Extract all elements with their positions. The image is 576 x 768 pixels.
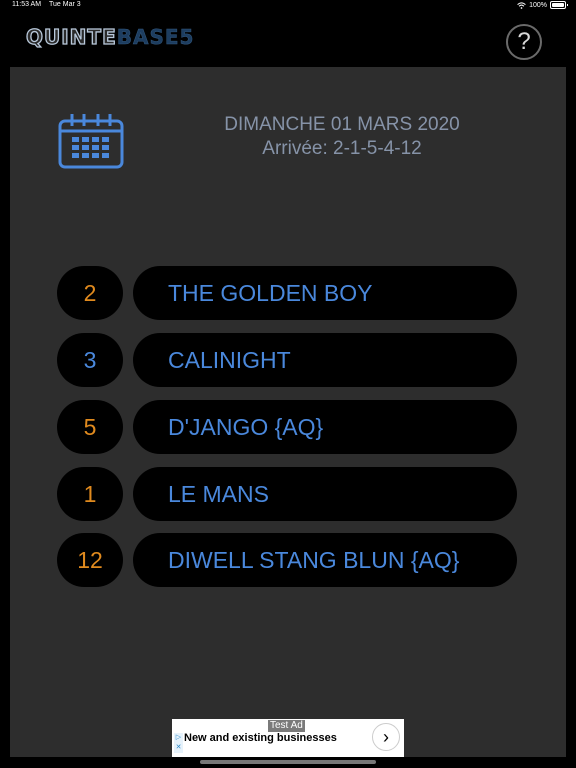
horse-number: 12: [57, 533, 123, 587]
horse-name: D'JANGO {AQ}: [133, 400, 517, 454]
help-button[interactable]: ?: [506, 24, 542, 60]
horse-name: THE GOLDEN BOY: [133, 266, 517, 320]
wifi-icon: [517, 1, 526, 9]
ad-choices-icon[interactable]: ▷ ✕: [174, 733, 183, 753]
race-info: DIMANCHE 01 MARS 2020 Arrivée: 2-1-5-4-1…: [192, 113, 492, 161]
battery-icon: [550, 1, 568, 9]
horse-number: 3: [57, 333, 123, 387]
ad-text[interactable]: New and existing businesses: [184, 732, 337, 744]
race-result-panel: DIMANCHE 01 MARS 2020 Arrivée: 2-1-5-4-1…: [10, 67, 566, 757]
logo-part-base5: BASE5: [116, 25, 195, 50]
home-indicator: [200, 760, 376, 764]
calendar-icon[interactable]: [58, 113, 124, 169]
status-bar: 11:53 AM Tue Mar 3 100%: [0, 0, 576, 12]
horse-number: 2: [57, 266, 123, 320]
status-date: Tue Mar 3: [49, 1, 81, 8]
horse-number: 1: [57, 467, 123, 521]
chevron-right-icon[interactable]: ›: [372, 723, 400, 751]
horse-name: DIWELL STANG BLUN {AQ}: [133, 533, 517, 587]
battery-percent: 100%: [529, 1, 547, 9]
logo-part-quinte: QUINTE: [25, 24, 117, 49]
race-date: DIMANCHE 01 MARS 2020: [224, 114, 460, 135]
race-arrival: Arrivée: 2-1-5-4-12: [262, 138, 422, 159]
status-right: 100%: [517, 1, 568, 9]
horse-name: LE MANS: [133, 467, 517, 521]
ad-banner[interactable]: Test Ad ▷ ✕ New and existing businesses ›: [172, 719, 404, 757]
status-time: 11:53 AM: [12, 1, 42, 8]
horse-number: 5: [57, 400, 123, 454]
ad-label: Test Ad: [268, 720, 305, 732]
horse-name: CALINIGHT: [133, 333, 517, 387]
app-logo: QUINTEBASE5: [25, 24, 195, 50]
